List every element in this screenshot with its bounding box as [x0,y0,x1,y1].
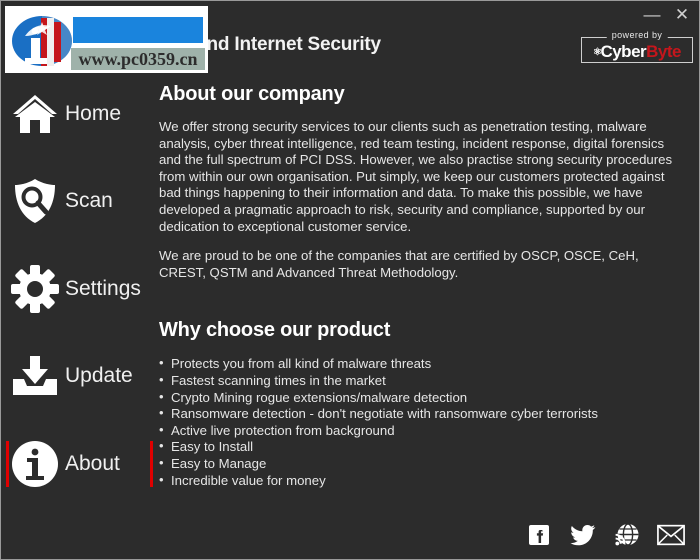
benefits-list: Protects you from all kind of malware th… [159,355,693,490]
watermark-bar [73,17,203,43]
application-window: — ✕ irus and Internet Security powered b… [0,0,700,560]
about-paragraph-2: We are proud to be one of the companies … [159,248,639,280]
sidebar-item-settings[interactable]: Settings [1,258,153,320]
shield-scan-icon [11,177,59,225]
watermark-overlay: www.pc0359.cn [5,6,208,73]
twitter-icon[interactable] [569,521,597,549]
sidebar-item-label: Update [65,364,133,387]
sidebar-item-label: Scan [65,189,113,212]
close-button[interactable]: ✕ [669,3,695,25]
active-indicator-right [150,441,153,487]
sidebar-item-update[interactable]: Update [1,345,153,407]
sidebar-nav: Home Scan Settings Update About [1,73,153,559]
minimize-button[interactable]: — [639,3,665,25]
list-item: Ransomware detection - don't negotiate w… [159,405,693,423]
sidebar-item-home[interactable]: Home [1,83,153,145]
email-icon[interactable] [657,521,685,549]
cyberbyte-brand: ⚛CyberByte [581,42,693,62]
list-item: Crypto Mining rogue extensions/malware d… [159,389,693,407]
gear-icon [11,265,59,313]
list-item: Easy to Install [159,438,693,456]
powered-by-badge: powered by ⚛CyberByte [581,30,693,63]
brand-part-one: Cyber [600,42,647,61]
sidebar-item-label: Settings [65,277,141,300]
watermark-logo-icon [11,14,73,70]
home-icon [11,90,59,138]
download-icon [11,352,59,400]
about-paragraph-1: We offer strong security services to our… [159,119,673,234]
brand-part-two: Byte [646,42,681,61]
list-item: Easy to Manage [159,455,693,473]
content-panel: About our company We offer strong securi… [159,73,693,513]
sidebar-item-label: Home [65,102,122,125]
social-links-bar [525,521,685,549]
window-controls: — ✕ [639,3,695,25]
watermark-url: www.pc0359.cn [71,48,205,70]
about-heading: About our company [159,83,345,105]
facebook-icon[interactable] [525,521,553,549]
why-choose-heading: Why choose our product [159,319,391,342]
sidebar-item-scan[interactable]: Scan [1,170,153,232]
list-item: Fastest scanning times in the market [159,372,693,390]
list-item: Active live protection from background [159,422,693,440]
globe-rss-icon[interactable] [613,521,641,549]
sidebar-item-about[interactable]: About [1,433,153,495]
list-item: Incredible value for money [159,472,693,490]
list-item: Protects you from all kind of malware th… [159,355,693,373]
active-indicator-left [6,441,9,487]
powered-by-label: powered by [606,30,668,41]
title-bar: — ✕ irus and Internet Security powered b… [1,1,699,73]
sidebar-item-label: About [65,452,120,475]
info-icon [11,440,59,488]
